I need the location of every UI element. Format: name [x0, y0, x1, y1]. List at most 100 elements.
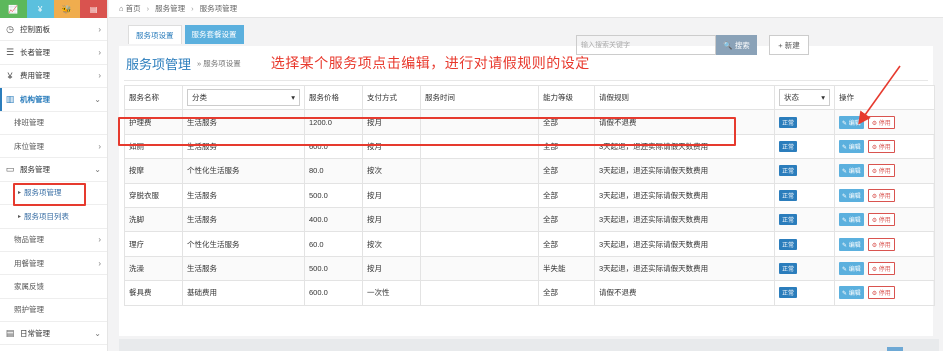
- tab-service-item-settings[interactable]: 服务项设置: [128, 25, 182, 44]
- breadcrumb: ⌂ 首页 › 服务管理 › 服务项管理: [109, 0, 943, 18]
- edit-button[interactable]: ✎ 编辑: [839, 261, 864, 275]
- status-badge: 正常: [779, 262, 798, 274]
- cell-leave-rule: 3天起退，退还实际请假天数费用: [594, 231, 775, 257]
- chevron-right-icon: ›: [98, 71, 101, 81]
- cell-status: 正常: [774, 206, 835, 233]
- category-filter-select[interactable]: 分类 ▾: [187, 89, 300, 107]
- sidebar-item-service-item-list[interactable]: ▸ 服务项目列表: [0, 205, 107, 229]
- cell-name: 洗澡: [124, 255, 183, 282]
- cell-leave-rule: 3天起退，退还实际请假天数费用: [594, 206, 775, 233]
- cell-payment: 按月: [362, 255, 421, 282]
- sidebar-item-fee-management[interactable]: ¥ 费用管理 ›: [0, 65, 107, 89]
- col-header-level: 能力等级: [538, 84, 595, 111]
- disable-button[interactable]: ⚙ 停用: [867, 286, 895, 300]
- pagination-current[interactable]: [887, 347, 903, 351]
- cell-category: 个性化生活服务: [182, 231, 305, 257]
- sidebar-item-dashboard[interactable]: ◷ 控制面板 ›: [0, 18, 107, 42]
- col-header-price: 服务价格: [304, 84, 363, 111]
- sidebar-item-goods-management[interactable]: 物品管理 ›: [0, 228, 107, 252]
- sidebar-item-service-management[interactable]: ▭ 服务管理 ⌄: [0, 158, 107, 182]
- cell-level: 全部: [538, 206, 595, 233]
- table-row[interactable]: 洗澡 生活服务 500.0 按月 半失能 3天起退，退还实际请假天数费用 正常 ✎ 编辑 ⚙ 停…: [124, 255, 935, 282]
- sidebar-item-elder-management[interactable]: ☰ 长者管理 ›: [0, 41, 107, 65]
- table-row[interactable]: 穿脱衣服 生活服务 500.0 按月 全部 3天起退，退还实际请假天数费用 正常 ✎ 编辑 ⚙ …: [124, 182, 935, 208]
- sidebar-item-bed-management[interactable]: 床位管理 ›: [0, 134, 107, 159]
- table-row[interactable]: 洗脚 生活服务 400.0 按月 全部 3天起退，退还实际请假天数费用 正常 ✎ 编辑 ⚙ 停用: [124, 206, 935, 233]
- service-panel: 服务项管理 » 服务项设置 选择某个服务项点击编辑，进行对请假规则的设定 服务名…: [119, 46, 935, 336]
- col-header-payment: 支付方式: [362, 84, 421, 111]
- table-row[interactable]: 餐具费 基础费用 600.0 一次性 全部 请假不退费 正常 ✎ 编辑 ⚙ 停用: [124, 280, 935, 306]
- sidebar-item-scheduling[interactable]: 排班管理: [0, 111, 107, 135]
- edit-button[interactable]: ✎ 编辑: [839, 115, 864, 129]
- cell-time: [420, 255, 539, 282]
- page-subtitle: » 服务项设置: [197, 58, 241, 68]
- cell-name: 按摩: [124, 158, 183, 184]
- chevron-down-icon: ⌄: [94, 94, 101, 104]
- sidebar-item-family-feedback[interactable]: 家属反馈: [0, 275, 107, 299]
- edit-button[interactable]: ✎ 编辑: [839, 213, 864, 227]
- disable-button[interactable]: ⚙ 停用: [867, 261, 895, 275]
- cell-actions: ✎ 编辑 ⚙ 停用: [834, 133, 935, 160]
- annotation-text: 选择某个服务项点击编辑，进行对请假规则的设定: [270, 55, 590, 71]
- table-header-row: 服务名称 分类 ▾ 服务价格 支付方式 服务时间 能力等级 请假规则 状态 ▾ 操作: [124, 84, 935, 111]
- cell-actions: ✎ 编辑 ⚙ 停用: [834, 182, 935, 208]
- cell-actions: ✎ 编辑 ⚙ 停用: [834, 255, 935, 282]
- status-filter-select[interactable]: 状态 ▾: [779, 89, 830, 107]
- bee-shortcut-icon[interactable]: 🐝: [53, 0, 81, 18]
- chevron-right-icon: ›: [98, 258, 101, 268]
- category-filter-label: 分类: [192, 93, 207, 103]
- sidebar-item-meal-management[interactable]: 用餐管理 ›: [0, 251, 107, 276]
- cell-actions: ✎ 编辑 ⚙ 停用: [834, 206, 935, 233]
- disable-button[interactable]: ⚙ 停用: [867, 164, 895, 178]
- edit-button[interactable]: ✎ 编辑: [839, 237, 864, 251]
- cell-status: 正常: [774, 109, 835, 135]
- edit-button[interactable]: ✎ 编辑: [839, 139, 864, 153]
- status-badge: 正常: [779, 140, 798, 152]
- sidebar-item-daily-management[interactable]: ▤ 日常管理 ⌄: [0, 322, 107, 346]
- cell-status: 正常: [774, 280, 835, 306]
- yen-shortcut-icon[interactable]: ¥: [26, 0, 54, 18]
- search-input[interactable]: 输入搜索关键字: [576, 35, 716, 55]
- cell-level: 半失能: [538, 255, 595, 282]
- disable-button[interactable]: ⚙ 停用: [867, 115, 895, 129]
- chart-shortcut-icon[interactable]: 📈: [0, 0, 27, 18]
- sidebar-item-label: 日常管理: [20, 328, 50, 338]
- yen-icon: ¥: [7, 70, 13, 81]
- chevron-right-icon: ›: [98, 235, 101, 245]
- cell-price: 400.0: [304, 206, 363, 233]
- cell-actions: ✎ 编辑 ⚙ 停用: [834, 109, 935, 135]
- edit-button[interactable]: ✎ 编辑: [839, 188, 864, 202]
- caret-right-icon: ▸: [18, 213, 22, 220]
- list-icon: ☰: [5, 47, 15, 58]
- disable-button[interactable]: ⚙ 停用: [867, 213, 895, 227]
- tab-service-package-settings[interactable]: 服务套餐设置: [184, 25, 244, 44]
- breadcrumb-home[interactable]: 首页: [126, 3, 141, 14]
- search-button[interactable]: 🔍 搜索: [716, 35, 757, 55]
- home-icon[interactable]: ⌂: [119, 4, 126, 13]
- new-button[interactable]: + 新建: [769, 35, 809, 55]
- table-row[interactable]: 按摩 个性化生活服务 80.0 按次 全部 3天起退，退还实际请假天数费用 正常 ✎ 编辑 ⚙ …: [124, 158, 935, 184]
- cell-level: 全部: [538, 182, 595, 208]
- sidebar: 📈 ¥ 🐝 ▤ ◷ 控制面板 › ☰ 长者管理 › ¥ 费用管理 › ▥ 机构管理 ⌄ 排班管理 床位管理…: [0, 0, 108, 351]
- disable-button[interactable]: ⚙ 停用: [867, 188, 895, 202]
- cell-time: [420, 206, 539, 233]
- highlight-box-nav: [13, 183, 86, 206]
- sidebar-item-care-management[interactable]: 照护管理: [0, 298, 107, 323]
- cell-payment: 按月: [362, 206, 421, 233]
- status-badge: 正常: [779, 189, 798, 201]
- edit-button[interactable]: ✎ 编辑: [839, 164, 864, 178]
- status-badge: 正常: [779, 165, 798, 177]
- disable-button[interactable]: ⚙ 停用: [867, 139, 895, 153]
- sidebar-item-label: 费用管理: [20, 71, 50, 81]
- grid-shortcut-icon[interactable]: ▤: [80, 0, 107, 18]
- col-header-leave-rule: 请假规则: [594, 84, 775, 111]
- table-row[interactable]: 理疗 个性化生活服务 60.0 按次 全部 3天起退，退还实际请假天数费用 正常 ✎ 编辑 ⚙ …: [124, 231, 935, 257]
- sidebar-nav: ◷ 控制面板 › ☰ 长者管理 › ¥ 费用管理 › ▥ 机构管理 ⌄ 排班管理 床位管理 › ▭ 服务管理 ⌄ ▸…: [0, 18, 107, 346]
- sidebar-item-institution-management[interactable]: ▥ 机构管理 ⌄: [0, 88, 107, 112]
- edit-button[interactable]: ✎ 编辑: [839, 286, 864, 300]
- breadcrumb-level1[interactable]: 服务管理: [155, 3, 185, 14]
- sidebar-item-label: 用餐管理: [14, 258, 44, 268]
- disable-button[interactable]: ⚙ 停用: [867, 237, 895, 251]
- cell-status: 正常: [774, 255, 835, 282]
- cell-category: 生活服务: [182, 182, 305, 208]
